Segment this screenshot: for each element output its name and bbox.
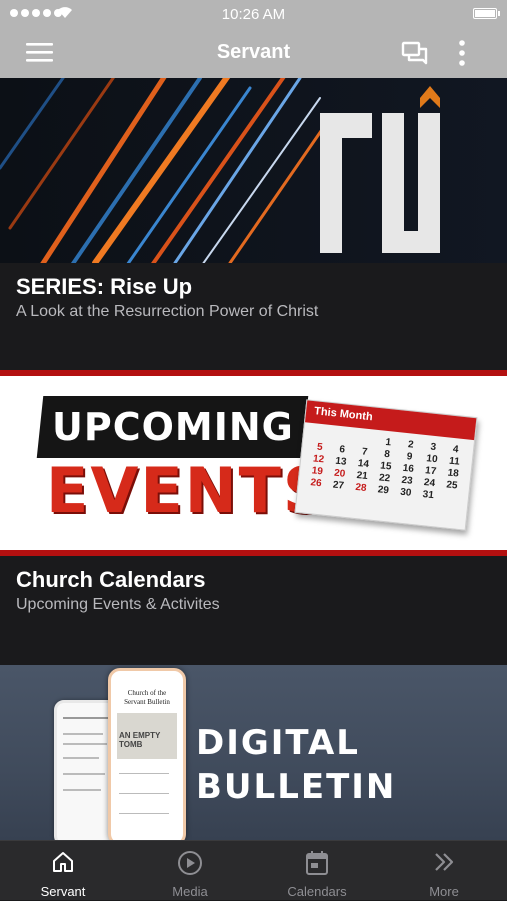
home-icon [53, 852, 73, 872]
upcoming-events-banner: UPCOMING EVENTS This Month 1 2 3 4 5 6 7 8 9 10 11… [0, 370, 507, 556]
calendar-blank [332, 431, 356, 444]
calendar-day-number: 19 [311, 465, 324, 478]
nav-bar: Servant [0, 28, 507, 78]
tab-more[interactable]: More [381, 841, 507, 901]
events-text: EVENTS [46, 454, 330, 527]
calendar-day-number: 17 [424, 465, 437, 478]
calendar-day-number: 22 [378, 472, 391, 485]
calendar-blank [309, 429, 333, 442]
calendar-day-number: 20 [333, 467, 346, 480]
card-subtitle: A Look at the Resurrection Power of Chri… [16, 303, 319, 320]
calendar-blank [354, 434, 378, 447]
calendar-day-number: 7 [361, 446, 368, 458]
calendar-day-number: 1 [384, 436, 392, 449]
status-time: 10:26 AM [221, 6, 286, 23]
page-title: Servant [216, 41, 291, 63]
series-banner [0, 78, 507, 263]
phone-title: Church of the Servant Bulletin [124, 689, 170, 706]
battery-icon [473, 8, 500, 19]
calendar-day-number: 15 [379, 460, 392, 473]
calendar-day-number: 29 [377, 484, 390, 497]
calendar-day-number: 24 [423, 477, 436, 490]
tab-calendars[interactable]: Calendars [254, 841, 380, 901]
tab-label: Media [172, 884, 208, 899]
overflow-menu-icon[interactable] [458, 40, 466, 66]
tab-bar: Servant Media Calendars More [0, 840, 507, 900]
chevrons-right-icon [435, 853, 454, 871]
calendar-day-number: 30 [399, 486, 412, 499]
phone-caption: AN EMPTY TOMB [119, 731, 161, 749]
tab-label: Servant [40, 884, 86, 899]
bulletin-text: BULLETIN [196, 767, 397, 807]
bulletin-card[interactable]: Church of the Servant Bulletin AN EMPTY … [0, 665, 507, 840]
calendar-day-number: 6 [338, 444, 346, 456]
calendar-day-number: 5 [316, 441, 324, 454]
calendar-day-number: 8 [383, 448, 391, 461]
calendar-day-number: 18 [447, 467, 460, 480]
digital-text: DIGITAL [196, 723, 360, 763]
light-streaks-art [0, 78, 507, 263]
calendar-day-number: 27 [332, 479, 345, 492]
calendar-grid: 1 2 3 4 5 6 7 8 9 10 11 12 13 14 15 16 17 18 19 20 21 22 23 24 2… [304, 429, 467, 504]
calendar-day-number: 13 [334, 455, 348, 468]
play-circle-icon [178, 851, 202, 875]
digital-bulletin-banner: Church of the Servant Bulletin AN EMPTY … [0, 665, 507, 840]
calendar-day-number: 9 [406, 451, 413, 463]
calendar-day-number: 3 [429, 441, 437, 454]
calendar-day-number: 16 [402, 462, 415, 475]
calendar-day-number: 10 [425, 453, 439, 466]
calendar-day-number: 14 [357, 458, 370, 471]
calendar-day-number: 12 [312, 453, 325, 466]
phone-front-illustration: Church of the Servant Bulletin AN EMPTY … [108, 668, 186, 840]
card-title: Church Calendars [16, 567, 206, 592]
series-card[interactable]: SERIES: Rise Up A Look at the Resurrecti… [0, 78, 507, 370]
calendar-day-number: 21 [356, 470, 369, 483]
tab-label: Calendars [287, 884, 347, 899]
calendar-day-number: 26 [309, 477, 323, 490]
calendar-day-number: 25 [445, 479, 459, 492]
upcoming-text: UPCOMING [52, 405, 294, 449]
calendar-day-number: 28 [354, 481, 367, 495]
calendar-day-number: 2 [407, 439, 415, 451]
calendar-day-number: 23 [400, 474, 414, 487]
tab-servant[interactable]: Servant [0, 841, 126, 901]
chat-icon[interactable] [401, 41, 429, 65]
calendar-day-number: 4 [452, 443, 460, 456]
card-subtitle: Upcoming Events & Activites [16, 596, 220, 613]
card-title: SERIES: Rise Up [16, 274, 193, 299]
calendar-day-number: 31 [422, 489, 435, 502]
tab-media[interactable]: Media [127, 841, 253, 901]
calendar-icon [306, 851, 328, 875]
calendars-card[interactable]: UPCOMING EVENTS This Month 1 2 3 4 5 6 7 8 9 10 11… [0, 370, 507, 665]
tab-label: More [429, 884, 459, 899]
status-bar: 10:26 AM [0, 0, 507, 28]
calendar-day-number: 11 [448, 455, 461, 468]
calendar-illustration: This Month 1 2 3 4 5 6 7 8 9 10 11 12 13 14 15 16 17 18 19… [294, 399, 478, 531]
